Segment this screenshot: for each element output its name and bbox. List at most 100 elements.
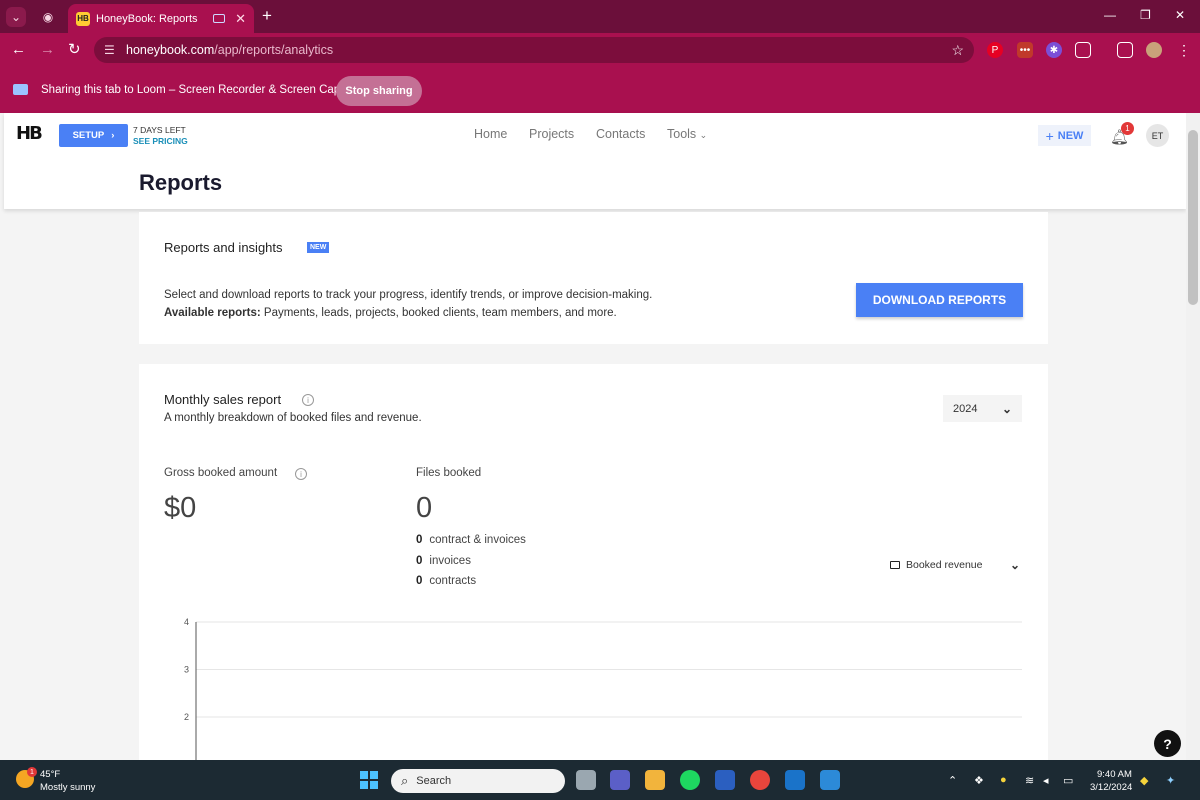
teams-icon[interactable] bbox=[610, 770, 630, 790]
scrollbar-thumb[interactable] bbox=[1188, 130, 1198, 305]
reload-icon[interactable]: ↻ bbox=[68, 41, 81, 59]
windows-taskbar bbox=[0, 760, 1200, 800]
notification-bell-icon[interactable]: ◆ bbox=[1140, 774, 1148, 787]
new-button[interactable]: + NEW bbox=[1038, 125, 1091, 146]
address-bar[interactable]: ☰ honeybook.com /app/reports/analytics ☆ bbox=[94, 37, 974, 63]
microphone-icon[interactable]: ● bbox=[1000, 774, 1007, 786]
breakdown-count: 0 bbox=[416, 575, 423, 587]
info-icon[interactable]: i bbox=[302, 394, 314, 406]
breakdown-row: 0 invoices bbox=[416, 555, 471, 567]
side-panel-icon[interactable] bbox=[1117, 42, 1133, 58]
wifi-icon[interactable]: ≋ bbox=[1025, 774, 1034, 787]
setup-button[interactable]: SETUP › bbox=[59, 124, 128, 147]
extension-icon[interactable]: ••• bbox=[1017, 42, 1033, 58]
year-value: 2024 bbox=[953, 402, 978, 415]
nav-tools-label: Tools bbox=[667, 127, 697, 141]
url-host: honeybook.com bbox=[126, 43, 215, 57]
honeybook-favicon-icon: HB bbox=[76, 11, 90, 26]
file-explorer-icon[interactable] bbox=[645, 770, 665, 790]
insights-card bbox=[139, 212, 1048, 344]
stop-sharing-button[interactable]: Stop sharing bbox=[336, 76, 422, 106]
nav-home[interactable]: Home bbox=[474, 127, 507, 141]
back-icon[interactable]: ← bbox=[11, 41, 26, 59]
screen-cast-icon bbox=[13, 84, 28, 95]
extensions-puzzle-icon[interactable] bbox=[1075, 42, 1091, 58]
nav-tools[interactable]: Tools ⌄ bbox=[667, 127, 707, 141]
word-icon[interactable] bbox=[715, 770, 735, 790]
dropbox-icon[interactable]: ❖ bbox=[974, 774, 984, 787]
files-booked-label: Files booked bbox=[416, 467, 482, 479]
loom-extension-icon[interactable]: ✱ bbox=[1046, 42, 1062, 58]
breakdown-row: 0 contract & invoices bbox=[416, 534, 526, 546]
new-tab-button[interactable]: + bbox=[262, 6, 272, 26]
notification-count-badge: 1 bbox=[1121, 122, 1134, 135]
weather-temperature[interactable]: 45°F bbox=[40, 769, 60, 780]
breakdown-label: invoices bbox=[429, 555, 471, 567]
download-reports-button[interactable]: DOWNLOAD REPORTS bbox=[856, 283, 1023, 317]
info-icon[interactable]: i bbox=[295, 468, 307, 480]
battery-icon[interactable]: ▭ bbox=[1063, 774, 1073, 787]
money-icon bbox=[890, 561, 900, 569]
see-pricing-link[interactable]: SEE PRICING bbox=[133, 136, 188, 147]
pinterest-extension-icon[interactable]: P bbox=[987, 42, 1003, 58]
chrome-icon[interactable] bbox=[750, 770, 770, 790]
task-view-icon[interactable] bbox=[576, 770, 596, 790]
chart-metric-label: Booked revenue bbox=[906, 559, 983, 571]
minimize-icon[interactable]: — bbox=[1104, 8, 1116, 22]
honeybook-logo[interactable]: HB bbox=[16, 123, 43, 144]
clock-time[interactable]: 9:40 AM bbox=[1097, 769, 1132, 780]
bookmark-star-icon[interactable]: ☆ bbox=[951, 42, 964, 59]
breakdown-row: 0 contracts bbox=[416, 575, 476, 587]
site-settings-icon[interactable]: ☰ bbox=[104, 43, 126, 57]
available-reports-label: Available reports: bbox=[164, 307, 261, 319]
breakdown-count: 0 bbox=[416, 534, 423, 546]
nav-projects[interactable]: Projects bbox=[529, 127, 574, 141]
files-booked-value: 0 bbox=[416, 492, 433, 524]
restore-icon[interactable]: ❐ bbox=[1140, 8, 1151, 22]
gross-booked-label: Gross booked amount bbox=[164, 467, 278, 479]
chevron-right-icon: › bbox=[111, 130, 115, 141]
active-tab[interactable]: HB HoneyBook: Reports ✕ bbox=[68, 4, 254, 33]
year-select[interactable]: 2024 ⌄ bbox=[943, 395, 1022, 422]
spotify-icon[interactable] bbox=[680, 770, 700, 790]
nav-contacts[interactable]: Contacts bbox=[596, 127, 645, 141]
tab-title: HoneyBook: Reports bbox=[96, 12, 198, 25]
clock-date[interactable]: 3/12/2024 bbox=[1090, 782, 1132, 793]
weather-description[interactable]: Mostly sunny bbox=[40, 782, 95, 793]
close-tab-icon[interactable]: ✕ bbox=[235, 11, 246, 27]
outlook-icon[interactable] bbox=[785, 770, 805, 790]
monthly-sales-chart: 4 3 2 bbox=[184, 617, 1022, 760]
taskbar-search[interactable]: ⌕ Search bbox=[391, 769, 565, 793]
setup-label: SETUP bbox=[72, 130, 105, 141]
weather-badge: 1 bbox=[27, 767, 37, 777]
sharing-message: Sharing this tab to Loom – Screen Record… bbox=[41, 84, 360, 96]
new-badge: NEW bbox=[307, 242, 330, 253]
gross-booked-value: $0 bbox=[164, 492, 197, 524]
plus-icon: + bbox=[1045, 127, 1054, 144]
forward-icon[interactable]: → bbox=[40, 41, 55, 59]
search-label: Search bbox=[416, 775, 452, 787]
copilot-icon[interactable]: ✦ bbox=[1166, 774, 1175, 787]
breakdown-label: contract & invoices bbox=[429, 534, 526, 546]
tab-search-icon[interactable]: ⌄ bbox=[6, 7, 26, 27]
y-tick-label: 2 bbox=[184, 712, 189, 722]
record-icon[interactable]: ◉ bbox=[38, 7, 58, 27]
new-label: NEW bbox=[1057, 129, 1084, 142]
profile-avatar-icon[interactable] bbox=[1146, 42, 1162, 58]
user-avatar[interactable]: ET bbox=[1146, 124, 1169, 147]
trial-days-left: 7 DAYS LEFT bbox=[133, 125, 186, 135]
windows-start-icon[interactable] bbox=[360, 771, 378, 789]
insights-description: Select and download reports to track you… bbox=[164, 286, 652, 322]
monthly-sales-subtitle: A monthly breakdown of booked files and … bbox=[164, 412, 422, 424]
chart-metric-select[interactable]: Booked revenue ⌄ bbox=[890, 557, 1020, 573]
close-window-icon[interactable]: ✕ bbox=[1175, 8, 1185, 22]
insights-title: Reports and insights bbox=[164, 240, 283, 255]
insights-description-text: Select and download reports to track you… bbox=[164, 289, 653, 301]
help-button[interactable]: ? bbox=[1154, 730, 1181, 757]
breakdown-count: 0 bbox=[416, 555, 423, 567]
available-reports-text: Payments, leads, projects, booked client… bbox=[260, 307, 617, 319]
show-hidden-icons-icon[interactable]: ⌃ bbox=[948, 774, 957, 787]
calendar-app-icon[interactable] bbox=[820, 770, 840, 790]
menu-kebab-icon[interactable]: ⋮ bbox=[1176, 42, 1192, 58]
volume-icon[interactable]: ◂ bbox=[1043, 774, 1049, 787]
